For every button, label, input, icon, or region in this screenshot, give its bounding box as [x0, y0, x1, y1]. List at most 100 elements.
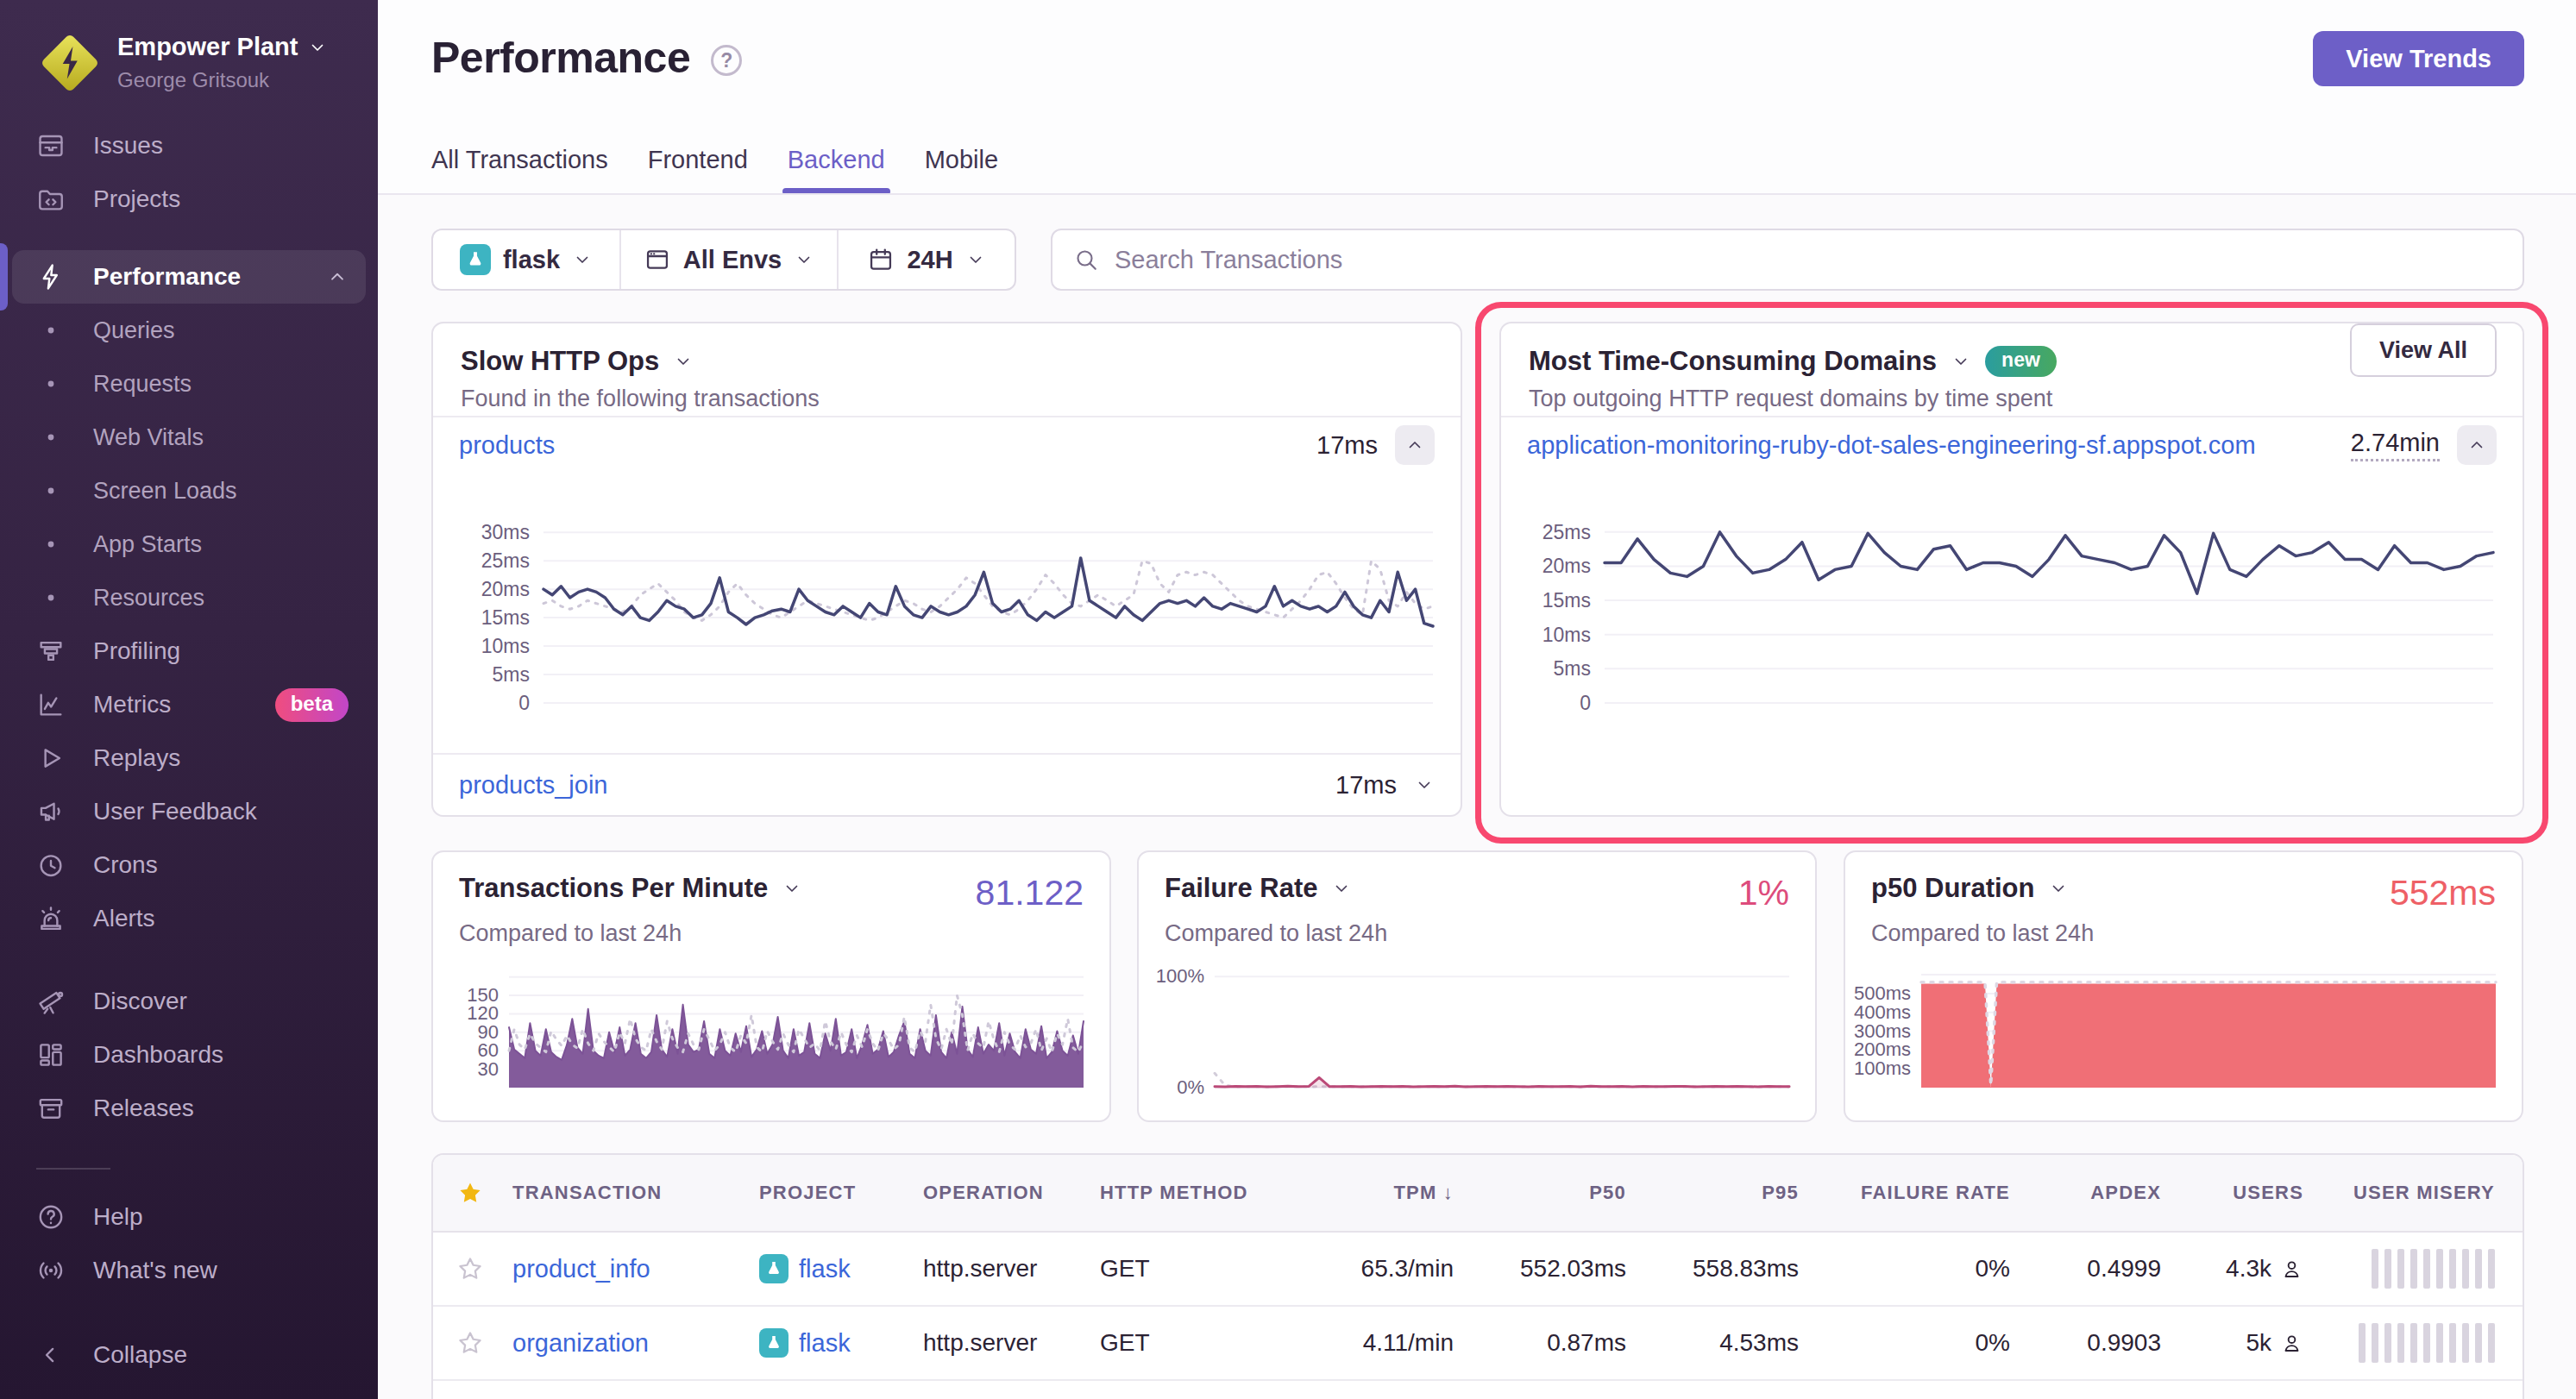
transactions-table: TRANSACTION PROJECT OPERATION HTTP METHO…: [431, 1153, 2524, 1399]
y-axis-label: 25ms: [1542, 520, 1591, 543]
y-axis-label: 100%: [1156, 965, 1204, 988]
misery-bar: [2475, 1323, 2482, 1363]
misery-bar: [2488, 1323, 2495, 1363]
main-content: Performance ? View Trends All Transactio…: [378, 0, 2576, 1399]
tab-backend[interactable]: Backend: [788, 124, 885, 195]
stat-value: 1%: [1738, 873, 1789, 913]
transaction-link[interactable]: products: [459, 431, 555, 460]
y-axis-label: 20ms: [481, 578, 530, 601]
org-user: George Gritsouk: [117, 68, 328, 92]
slow-http-ops-card: Slow HTTP Ops Found in the following tra…: [431, 322, 1462, 817]
star-icon[interactable]: [457, 1330, 483, 1356]
domain-link[interactable]: application-monitoring-ruby-dot-sales-en…: [1527, 431, 2256, 460]
table-header: TRANSACTION PROJECT OPERATION HTTP METHO…: [433, 1155, 2523, 1233]
window-icon: [644, 246, 671, 273]
misery-bar: [2462, 1249, 2469, 1289]
search-input[interactable]: Search Transactions: [1051, 229, 2524, 291]
table-row: product_info flask http.server GET 65.3/…: [433, 1233, 2523, 1307]
sidebar-divider: [36, 1168, 110, 1170]
misery-bar: [2423, 1323, 2430, 1363]
new-badge: new: [1985, 346, 2057, 377]
sidebar-item-resources[interactable]: Resources: [12, 571, 366, 624]
search-icon: [1073, 247, 1099, 273]
flask-project-icon: [759, 1254, 789, 1283]
chevup-icon: [2466, 435, 2487, 455]
chevdown-icon[interactable]: [1951, 351, 1971, 372]
sidebar-item-alerts[interactable]: Alerts: [12, 892, 366, 945]
sidebar-item-user-feedback[interactable]: User Feedback: [12, 785, 366, 838]
tab-all-transactions[interactable]: All Transactions: [431, 124, 608, 195]
stat-subtitle: Compared to last 24h: [1139, 913, 1815, 947]
chevdown-icon[interactable]: [2048, 878, 2069, 899]
chevdown-icon[interactable]: [1414, 775, 1435, 795]
chevdown-icon[interactable]: [782, 878, 802, 899]
sidebar-item-help[interactable]: Help: [12, 1190, 366, 1244]
stat-value: 552ms: [2390, 873, 2496, 913]
sidebar-item-discover[interactable]: Discover: [12, 975, 366, 1028]
sidebar-item-queries[interactable]: Queries: [12, 304, 366, 357]
view-all-button[interactable]: View All: [2350, 323, 2497, 377]
y-axis-label: 30ms: [481, 521, 530, 544]
date-filter[interactable]: 24H: [837, 230, 1015, 289]
sidebar-item-metrics[interactable]: Metrics beta: [12, 678, 366, 731]
misery-bar: [2475, 1249, 2482, 1289]
sidebar-item-crons[interactable]: Crons: [12, 838, 366, 892]
sidebar-item-web-vitals[interactable]: Web Vitals: [12, 411, 366, 464]
stat-card-p50-duration: p50 Duration 552ms Compared to last 24h …: [1844, 850, 2523, 1122]
sidebar-item-screen-loads[interactable]: Screen Loads: [12, 464, 366, 518]
chevdown-icon[interactable]: [1331, 878, 1352, 899]
sidebar-item-projects[interactable]: Projects: [12, 173, 366, 226]
chevdown-icon[interactable]: [673, 351, 694, 372]
collapse-row-button[interactable]: [2457, 425, 2497, 465]
dot-icon: [36, 583, 66, 612]
sidebar-item-performance[interactable]: Performance: [12, 250, 366, 304]
misery-bar: [2397, 1249, 2404, 1289]
tab-frontend[interactable]: Frontend: [648, 124, 748, 195]
misery-bar: [2449, 1323, 2456, 1363]
tab-mobile[interactable]: Mobile: [925, 124, 998, 195]
star-icon[interactable]: [457, 1256, 483, 1282]
help-icon[interactable]: ?: [711, 45, 742, 76]
y-axis-label: 0%: [1177, 1076, 1204, 1099]
y-axis-label: 100ms: [1854, 1057, 1911, 1080]
sort-desc-icon: ↓: [1443, 1182, 1454, 1203]
y-axis-label: 5ms: [493, 663, 530, 687]
transaction-link[interactable]: product_info: [512, 1255, 759, 1283]
person-icon: [2280, 1332, 2303, 1355]
sidebar-item-dashboards[interactable]: Dashboards: [12, 1028, 366, 1082]
sidebar-item-app-starts[interactable]: App Starts: [12, 518, 366, 571]
sidebar-item-releases[interactable]: Releases: [12, 1082, 366, 1135]
sidebar-item-what-s-new[interactable]: What's new: [12, 1244, 366, 1297]
misery-bar: [2436, 1249, 2443, 1289]
collapse-icon: [36, 1340, 66, 1370]
project-filter[interactable]: flask: [433, 230, 619, 289]
dot-icon: [36, 423, 66, 452]
sidebar-item-replays[interactable]: Replays: [12, 731, 366, 785]
view-trends-button[interactable]: View Trends: [2313, 31, 2524, 86]
dashboards-icon: [36, 1040, 66, 1070]
sidebar-item-issues[interactable]: Issues: [12, 119, 366, 173]
dot-icon: [36, 316, 66, 345]
collapse-row-button[interactable]: [1395, 425, 1435, 465]
y-axis-label: 5ms: [1554, 657, 1591, 681]
y-axis-label: 15ms: [481, 606, 530, 630]
chevdown-icon: [794, 249, 814, 270]
transaction-link[interactable]: products_join: [459, 771, 608, 800]
misery-bar: [2462, 1323, 2469, 1363]
star-column-header[interactable]: [457, 1180, 483, 1206]
slow-http-chart: 30ms25ms20ms15ms10ms5ms0: [543, 521, 1433, 703]
sidebar-item-profiling[interactable]: Profiling: [12, 624, 366, 678]
lightning-icon: [36, 262, 66, 292]
metrics-icon: [36, 690, 66, 719]
card-title: Most Time-Consuming Domains: [1529, 346, 1937, 377]
whatsnew-icon: [36, 1256, 66, 1285]
sidebar-collapse[interactable]: Collapse: [12, 1328, 366, 1382]
feedback-icon: [36, 797, 66, 826]
transaction-link[interactable]: organization: [512, 1329, 759, 1358]
sidebar-item-requests[interactable]: Requests: [12, 357, 366, 411]
env-filter[interactable]: All Envs: [619, 230, 837, 289]
issues-icon: [36, 131, 66, 160]
org-switcher[interactable]: Empower Plant George Gritsouk: [0, 0, 378, 93]
page-title: Performance: [431, 33, 690, 83]
flask-project-icon: [460, 244, 491, 275]
